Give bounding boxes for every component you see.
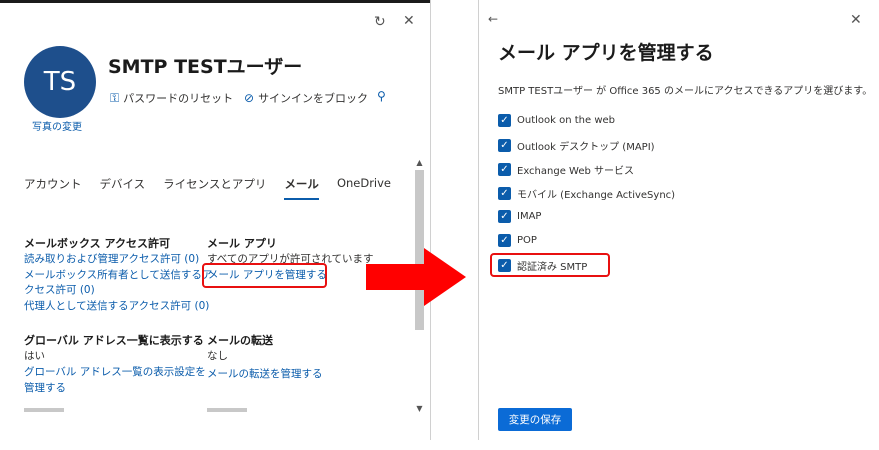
change-photo-link[interactable]: 写真の変更 — [32, 118, 82, 133]
panel-description: SMTP TESTユーザー が Office 365 のメールにアクセスできるア… — [498, 86, 873, 97]
app-label: IMAP — [517, 211, 542, 222]
forwarding-title: メールの転送 — [207, 334, 273, 347]
block-icon: ⊘ — [244, 91, 255, 105]
close-icon[interactable]: ✕ — [850, 12, 862, 28]
send-on-behalf-permission-link[interactable]: 代理人として送信するアクセス許可 (0) — [24, 298, 209, 313]
read-manage-permission-link[interactable]: 読み取りおよび管理アクセス許可 (0) — [24, 251, 199, 266]
checkbox-checked-icon[interactable]: ✓ — [498, 259, 511, 272]
app-checkbox-row[interactable]: ✓ POP — [498, 234, 537, 247]
search-icon[interactable]: ⚲ — [377, 89, 386, 103]
app-label: 認証済み SMTP — [517, 262, 588, 273]
app-checkbox-row[interactable]: ✓ Outlook デスクトップ (MAPI) — [498, 138, 655, 153]
cutoff-text — [207, 408, 247, 412]
app-label: Outlook デスクトップ (MAPI) — [517, 142, 655, 153]
manage-gal-link[interactable]: グローバル アドレス一覧の表示設定を — [24, 364, 206, 379]
send-as-permission-link[interactable]: メールボックス所有者として送信するア — [24, 267, 212, 282]
save-changes-button[interactable]: 変更の保存 — [498, 408, 572, 431]
block-signin-label: サインインをブロック — [258, 92, 369, 105]
checkbox-checked-icon[interactable]: ✓ — [498, 210, 511, 223]
app-checkbox-row[interactable]: ✓ Exchange Web サービス — [498, 162, 634, 177]
manage-mail-apps-link[interactable]: メール アプリを管理する — [208, 267, 327, 282]
tab-onedrive[interactable]: OneDrive — [337, 176, 391, 200]
user-display-name: SMTP TESTユーザー — [108, 56, 303, 78]
app-label: POP — [517, 235, 537, 246]
panel-top-border — [0, 0, 430, 3]
checkbox-checked-icon[interactable]: ✓ — [498, 163, 511, 176]
app-checkbox-row[interactable]: ✓ モバイル (Exchange ActiveSync) — [498, 186, 675, 201]
refresh-icon[interactable]: ↻ — [374, 14, 386, 30]
key-icon: ⚿ — [110, 90, 120, 105]
user-tabs: アカウント デバイス ライセンスとアプリ メール OneDrive — [24, 176, 391, 200]
tab-mail[interactable]: メール — [284, 176, 319, 200]
reset-password-label: パスワードのリセット — [123, 92, 234, 105]
red-arrow-icon — [366, 248, 466, 306]
cutoff-text — [24, 408, 64, 412]
checkbox-checked-icon[interactable]: ✓ — [498, 114, 511, 127]
app-checkbox-row[interactable]: ✓ Outlook on the web — [498, 114, 615, 127]
manage-gal-link-cont[interactable]: 管理する — [24, 380, 66, 395]
manage-forwarding-link[interactable]: メールの転送を管理する — [207, 366, 323, 381]
send-as-permission-link-cont[interactable]: クセス許可 (0) — [24, 282, 95, 297]
tab-licenses-apps[interactable]: ライセンスとアプリ — [163, 176, 266, 200]
app-checkbox-row[interactable]: ✓ IMAP — [498, 210, 541, 223]
close-icon[interactable]: ✕ — [403, 13, 415, 29]
back-arrow-icon[interactable]: ← — [488, 12, 498, 26]
mailbox-permissions-title: メールボックス アクセス許可 — [24, 237, 170, 250]
gal-value: はい — [24, 350, 45, 362]
avatar[interactable]: TS — [24, 46, 96, 118]
app-checkbox-row[interactable]: ✓ 認証済み SMTP — [498, 258, 587, 273]
panel-title: メール アプリを管理する — [498, 42, 714, 64]
app-label: モバイル (Exchange ActiveSync) — [517, 190, 676, 201]
gal-title: グローバル アドレス一覧に表示する — [24, 334, 204, 347]
mail-apps-title: メール アプリ — [207, 237, 277, 250]
forwarding-value: なし — [207, 350, 228, 362]
app-label: Exchange Web サービス — [517, 166, 635, 177]
scroll-up-icon[interactable]: ▲ — [414, 158, 425, 167]
reset-password-button[interactable]: ⚿ パスワードのリセット — [110, 90, 233, 106]
checkbox-checked-icon[interactable]: ✓ — [498, 139, 511, 152]
checkbox-checked-icon[interactable]: ✓ — [498, 187, 511, 200]
tab-account[interactable]: アカウント — [24, 176, 82, 200]
avatar-initials: TS — [43, 67, 77, 97]
scroll-down-icon[interactable]: ▼ — [414, 404, 425, 413]
app-label: Outlook on the web — [517, 115, 616, 126]
checkbox-checked-icon[interactable]: ✓ — [498, 234, 511, 247]
block-signin-button[interactable]: ⊘ サインインをブロック — [244, 90, 368, 106]
tab-devices[interactable]: デバイス — [100, 176, 146, 200]
